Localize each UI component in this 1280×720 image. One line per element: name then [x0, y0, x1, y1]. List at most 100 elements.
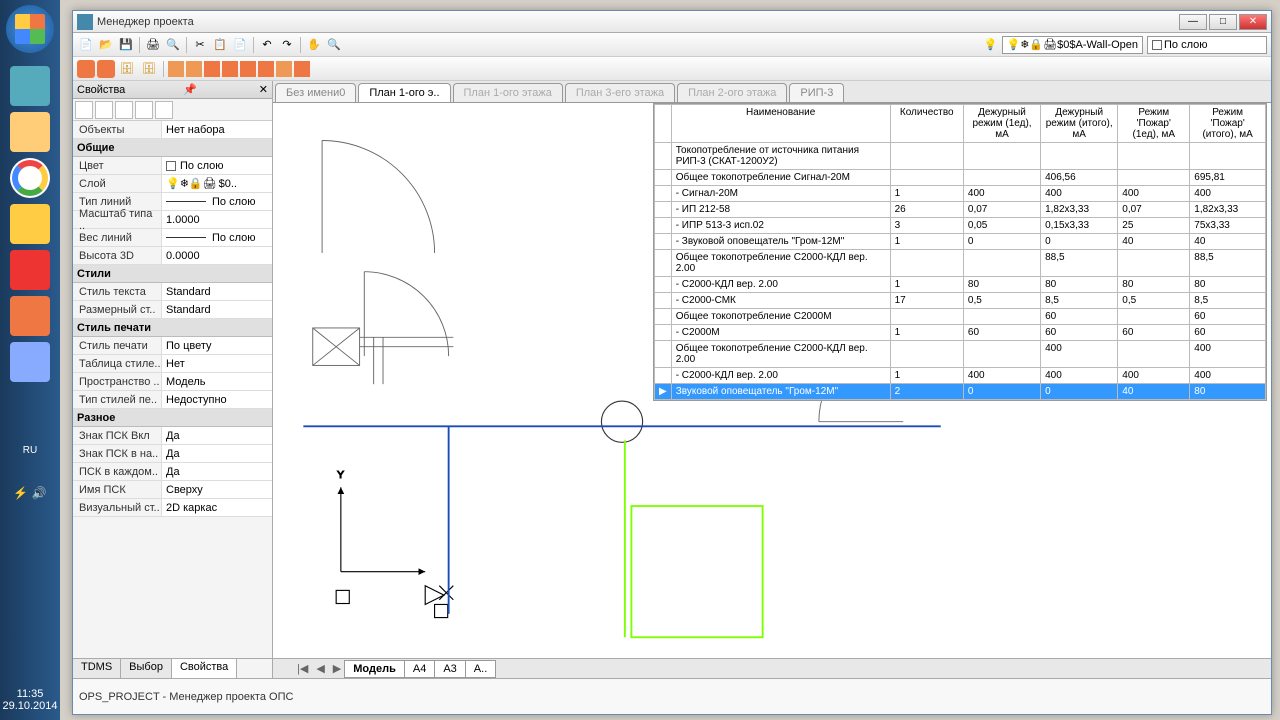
command-line[interactable]: OPS_PROJECT - Менеджер проекта ОПС [73, 678, 1271, 714]
table2-icon[interactable] [294, 61, 310, 77]
doc-tab-plan1[interactable]: План 1-ого э.. [358, 83, 450, 102]
start-button[interactable] [6, 5, 54, 53]
prop-lw-value[interactable]: По слою [161, 229, 272, 246]
panel-close-icon[interactable]: ✕ [259, 83, 268, 96]
pt-btn-3[interactable] [115, 101, 133, 119]
col-firetotal[interactable]: Режим 'Пожар' (итого), мА [1190, 105, 1266, 143]
db2-icon[interactable]: 🗄 [139, 59, 159, 79]
color-combo[interactable]: По слою [1147, 36, 1267, 54]
tab-a3[interactable]: А3 [434, 660, 465, 678]
prop-h3d-value[interactable]: 0.0000 [161, 247, 272, 264]
drawing-area[interactable]: Без имени0 План 1-ого э.. План 1-ого эта… [273, 81, 1271, 678]
paste-icon[interactable]: 📄 [231, 36, 249, 54]
maximize-button[interactable]: □ [1209, 14, 1237, 30]
taskbar-explorer-icon[interactable] [10, 112, 50, 152]
zoom-icon[interactable]: 🔍 [325, 36, 343, 54]
cat-plot[interactable]: Стиль печати [73, 319, 272, 337]
table-row[interactable]: Общее токопотребление С2000М6060 [655, 309, 1266, 325]
table-row[interactable]: ▶Звуковой оповещатель "Гром-12М"2004080 [655, 384, 1266, 400]
table-row[interactable]: - С2000-СМК170,58,50,58,5 [655, 293, 1266, 309]
prop-layer-value[interactable]: 💡❄🔒🖨$0.. [161, 175, 272, 192]
taskbar-app-red-icon[interactable] [10, 250, 50, 290]
col-dutytotal[interactable]: Дежурный режим (итого), мА [1041, 105, 1118, 143]
systray[interactable]: ⚡ 🔊 [13, 486, 46, 500]
power-consumption-table[interactable]: Наименование Количество Дежурный режим (… [653, 103, 1267, 401]
tool-1-icon[interactable] [77, 60, 95, 78]
taskbar-app-blue-icon[interactable] [10, 342, 50, 382]
prop-u3-value[interactable]: Да [161, 463, 272, 480]
table-row[interactable]: Токопотребление от источника питания РИП… [655, 143, 1266, 170]
prop-u2-value[interactable]: Да [161, 445, 272, 462]
language-indicator[interactable]: RU [23, 445, 37, 456]
prop-color-value[interactable]: По слою [161, 157, 272, 174]
taskbar-outlook-icon[interactable] [10, 204, 50, 244]
building2-icon[interactable] [186, 61, 202, 77]
col-qty[interactable]: Количество [890, 105, 963, 143]
prop-st-value[interactable]: Нет [161, 355, 272, 372]
table-row[interactable]: Общее токопотребление С2000-КДЛ вер. 2.0… [655, 341, 1266, 368]
layer-combo[interactable]: 💡❄🔒🖨 $0$A-Wall-Open [1002, 36, 1143, 54]
table-row[interactable]: Общее токопотребление С2000-КДЛ вер. 2.0… [655, 250, 1266, 277]
taskbar-powerpoint-icon[interactable] [10, 296, 50, 336]
table-row[interactable]: - ИП 212-58260,071,82x3,330,071,82x3,33 [655, 202, 1266, 218]
pt-btn-5[interactable] [155, 101, 173, 119]
grid3-icon[interactable] [240, 61, 256, 77]
prop-u4-value[interactable]: Сверху [161, 481, 272, 498]
table-row[interactable]: - С2000М160606060 [655, 325, 1266, 341]
building-icon[interactable] [168, 61, 184, 77]
new-icon[interactable]: 📄 [77, 36, 95, 54]
doc-tab-plan3[interactable]: План 3-его этажа [565, 83, 675, 102]
prop-vis-value[interactable]: 2D каркас [161, 499, 272, 516]
preview-icon[interactable]: 🔍 [164, 36, 182, 54]
db-icon[interactable]: 🗄 [117, 59, 137, 79]
tab-tdms[interactable]: TDMS [73, 659, 121, 678]
prop-sty-value[interactable]: Недоступно [161, 391, 272, 408]
table-row[interactable]: - Сигнал-20М1400400400400 [655, 186, 1266, 202]
cat-misc[interactable]: Разное [73, 409, 272, 427]
pt-btn-2[interactable] [95, 101, 113, 119]
col-fire1[interactable]: Режим 'Пожар' (1ед), мА [1118, 105, 1190, 143]
no-selection[interactable]: Нет набора [161, 121, 272, 138]
grid-icon[interactable] [204, 61, 220, 77]
prop-linetype-value[interactable]: По слою [161, 193, 272, 210]
prop-sp-value[interactable]: Модель [161, 373, 272, 390]
prop-scale-value[interactable]: 1.0000 [161, 211, 272, 228]
close-button[interactable]: ✕ [1239, 14, 1267, 30]
print-icon[interactable]: 🖨 [144, 36, 162, 54]
save-icon[interactable]: 💾 [117, 36, 135, 54]
tab-select[interactable]: Выбор [121, 659, 172, 678]
col-duty1[interactable]: Дежурный режим (1ед), мА [963, 105, 1040, 143]
tab-a2[interactable]: А.. [465, 660, 496, 678]
grid4-icon[interactable] [258, 61, 274, 77]
tab-properties[interactable]: Свойства [172, 659, 237, 678]
tab-nav-next[interactable]: ▶ [329, 662, 345, 675]
prop-u1-value[interactable]: Да [161, 427, 272, 444]
doc-tab-plan2[interactable]: План 2-ого этажа [677, 83, 787, 102]
tab-a4[interactable]: А4 [404, 660, 435, 678]
pt-btn-1[interactable] [75, 101, 93, 119]
table-row[interactable]: - С2000-КДЛ вер. 2.001400400400400 [655, 368, 1266, 384]
prop-ps-value[interactable]: По цвету [161, 337, 272, 354]
taskbar-ie-icon[interactable] [10, 66, 50, 106]
doc-tab-untitled[interactable]: Без имени0 [275, 83, 356, 102]
cut-icon[interactable]: ✂ [191, 36, 209, 54]
prop-ts-value[interactable]: Standard [161, 283, 272, 300]
prop-ds-value[interactable]: Standard [161, 301, 272, 318]
minimize-button[interactable]: — [1179, 14, 1207, 30]
open-icon[interactable]: 📂 [97, 36, 115, 54]
copy-icon[interactable]: 📋 [211, 36, 229, 54]
properties-header[interactable]: Свойства 📌 ✕ [73, 81, 272, 99]
doc-tab-rip3[interactable]: РИП-3 [789, 83, 844, 102]
undo-icon[interactable]: ↶ [258, 36, 276, 54]
col-name[interactable]: Наименование [671, 105, 890, 143]
table-row[interactable]: - Звуковой оповещатель "Гром-12М"1004040 [655, 234, 1266, 250]
table-icon[interactable] [276, 61, 292, 77]
tab-nav-prev[interactable]: ◀ [312, 662, 328, 675]
taskbar-chrome-icon[interactable] [10, 158, 50, 198]
pan-icon[interactable]: ✋ [305, 36, 323, 54]
titlebar[interactable]: Менеджер проекта — □ ✕ [73, 11, 1271, 33]
pin-icon[interactable]: 📌 [183, 83, 197, 96]
table-row[interactable]: - ИПР 513-3 исп.0230,050,15x3,332575x3,3… [655, 218, 1266, 234]
grid2-icon[interactable] [222, 61, 238, 77]
doc-tab-plan1b[interactable]: План 1-ого этажа [453, 83, 563, 102]
